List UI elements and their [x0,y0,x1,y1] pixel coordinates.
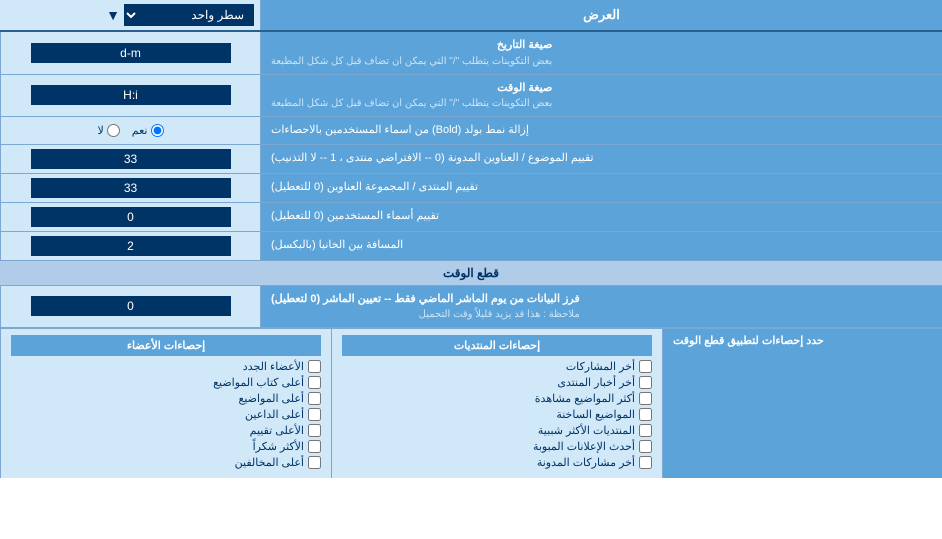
member-stats-header: إحصاءات الأعضاء [11,335,321,356]
checkbox-last-posts[interactable] [639,360,652,373]
checkbox-most-thanked-label: الأكثر شكراً [253,440,304,453]
radio-no[interactable] [107,124,120,137]
time-format-input-cell [0,75,260,117]
cutoff-input[interactable] [31,296,231,316]
list-item: المواضيع الساخنة [342,408,652,421]
checkbox-top-violators[interactable] [308,456,321,469]
distance-input[interactable] [31,236,231,256]
list-item: أخر أخبار المنتدى [342,376,652,389]
time-format-label: صيغة الوقت بعض التكوينات يتطلب "/" التي … [260,75,942,117]
radio-no-text: لا [98,124,104,137]
checkbox-popular-forums-label: المنتديات الأكثر شببية [538,424,635,437]
checkbox-new-members-label: الأعضاء الجدد [243,360,304,373]
radio-yes-label[interactable]: نعم [132,124,164,137]
remove-bold-input-cell: نعم لا [0,117,260,144]
checkbox-top-inviters-label: أعلى الداعين [245,408,304,421]
cutoff-section-header: قطع الوقت [0,261,942,286]
cutoff-input-cell [0,286,260,328]
checkbox-most-viewed[interactable] [639,392,652,405]
checkbox-latest-ads[interactable] [639,440,652,453]
checkbox-forum-news-label: أخر أخبار المنتدى [557,376,635,389]
radio-yes[interactable] [151,124,164,137]
list-item: أحدث الإعلانات المبوبة [342,440,652,453]
distance-input-cell [0,232,260,260]
list-item: الأكثر شكراً [11,440,321,453]
remove-bold-label: إزالة نمط بولد (Bold) من اسماء المستخدمي… [260,117,942,144]
checkbox-top-rated-label: الأعلى تقييم [250,424,304,437]
checkbox-forum-news[interactable] [639,376,652,389]
list-item: أعلى كتاب المواضيع [11,376,321,389]
radio-yes-text: نعم [132,124,148,137]
forum-titles-label: تقييم المنتدى / المجموعة العناوين (0 للت… [260,174,942,202]
section-title: العرض [260,0,942,30]
topic-titles-input[interactable] [31,149,231,169]
checkbox-hot-topics[interactable] [639,408,652,421]
list-item: أعلى المخالفين [11,456,321,469]
display-select[interactable]: سطر واحد سطرين ثلاثة أسطر [124,4,254,26]
list-item: أخر مشاركات المدونة [342,456,652,469]
checkbox-top-violators-label: أعلى المخالفين [235,456,304,469]
checkbox-latest-ads-label: أحدث الإعلانات المبوبة [533,440,635,453]
checkbox-most-viewed-label: أكثر المواضيع مشاهدة [535,392,635,405]
checkbox-last-posts-label: أخر المشاركات [566,360,635,373]
checkbox-new-members[interactable] [308,360,321,373]
time-format-input[interactable] [31,85,231,105]
list-item: الأعضاء الجدد [11,360,321,373]
display-select-cell: سطر واحد سطرين ثلاثة أسطر ▼ [0,0,260,30]
date-format-input[interactable] [31,43,231,63]
checkbox-hot-topics-label: المواضيع الساخنة [556,408,635,421]
checkbox-top-topics[interactable] [308,392,321,405]
checkbox-top-inviters[interactable] [308,408,321,421]
distance-label: المسافة بين الخانيا (بالبكسل) [260,232,942,260]
date-format-label: صيغة التاريخ بعض التكوينات يتطلب "/" الت… [260,32,942,74]
checkbox-top-topic-writers[interactable] [308,376,321,389]
forum-titles-input-cell [0,174,260,202]
stats-checkboxes-section: حدد إحصاءات لتطبيق قطع الوقت إحصاءات الم… [0,328,942,478]
checkbox-blog-posts[interactable] [639,456,652,469]
forum-stats-header: إحصاءات المنتديات [342,335,652,356]
forum-stats-col: إحصاءات المنتديات أخر المشاركات أخر أخبا… [331,329,662,478]
checkbox-popular-forums[interactable] [639,424,652,437]
topic-titles-label: تقييم الموضوع / العناوين المدونة (0 -- ا… [260,145,942,173]
checkbox-top-rated[interactable] [308,424,321,437]
list-item: أخر المشاركات [342,360,652,373]
list-item: الأعلى تقييم [11,424,321,437]
checkbox-top-topics-label: أعلى المواضيع [238,392,304,405]
date-format-input-cell [0,32,260,74]
topic-titles-input-cell [0,145,260,173]
usernames-input-cell [0,203,260,231]
checkbox-most-thanked[interactable] [308,440,321,453]
list-item: أعلى المواضيع [11,392,321,405]
member-stats-col: إحصاءات الأعضاء الأعضاء الجدد أعلى كتاب … [0,329,331,478]
list-item: أكثر المواضيع مشاهدة [342,392,652,405]
stats-limit-label: حدد إحصاءات لتطبيق قطع الوقت [662,329,942,478]
list-item: المنتديات الأكثر شببية [342,424,652,437]
checkbox-top-topic-writers-label: أعلى كتاب المواضيع [213,376,304,389]
forum-titles-input[interactable] [31,178,231,198]
list-item: أعلى الداعين [11,408,321,421]
radio-no-label[interactable]: لا [98,124,120,137]
cutoff-label: فرز البيانات من يوم الماشر الماضي فقط --… [260,286,942,328]
usernames-label: تقييم أسماء المستخدمين (0 للتعطيل) [260,203,942,231]
usernames-input[interactable] [31,207,231,227]
checkbox-blog-posts-label: أخر مشاركات المدونة [537,456,635,469]
